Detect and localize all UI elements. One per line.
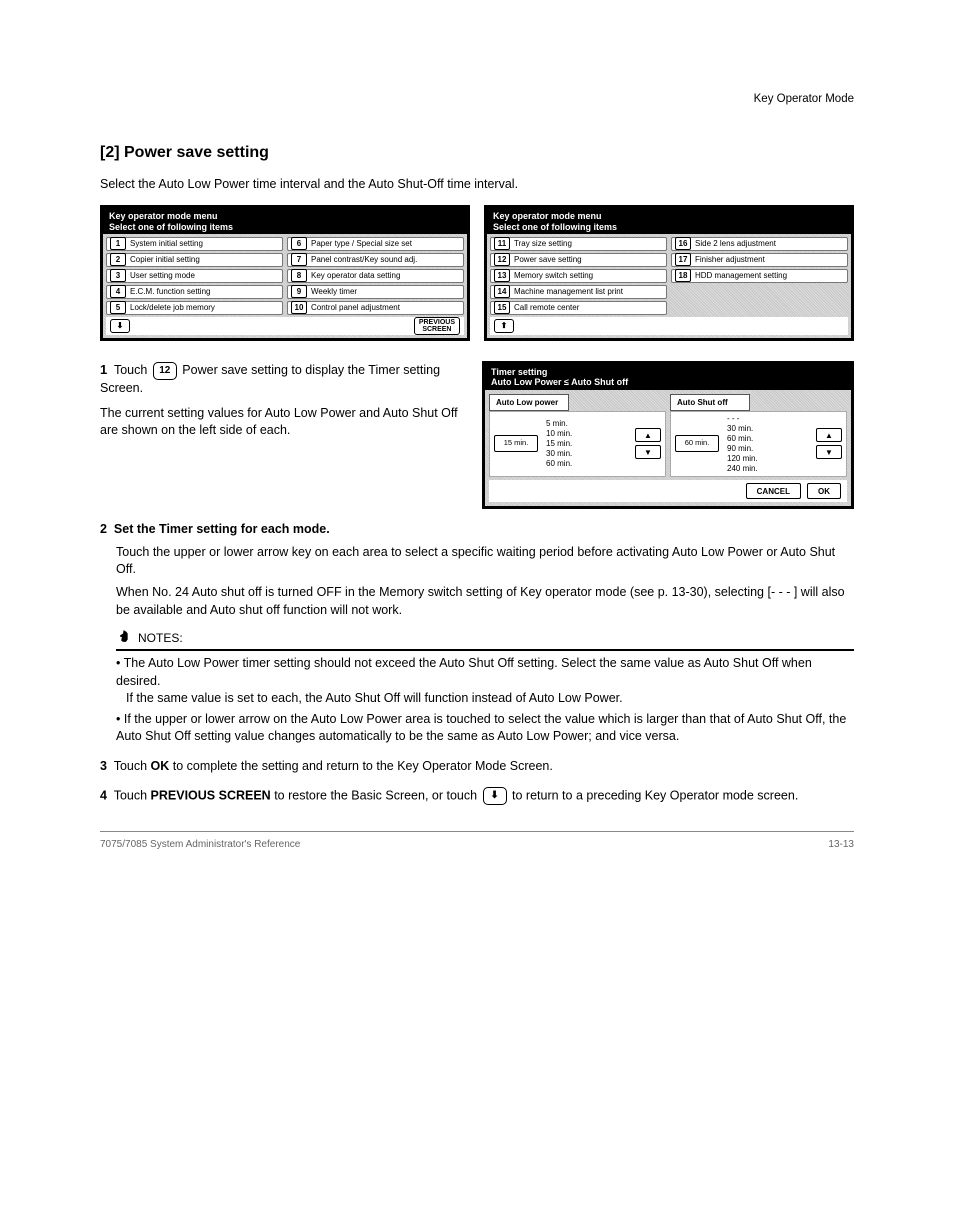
shut-down-arrow[interactable]: ▼ <box>816 445 842 459</box>
shut-off-options: - - -30 min.60 min.90 min.120 min.240 mi… <box>727 414 767 474</box>
notes-heading: NOTES: <box>116 629 854 652</box>
shut-up-arrow[interactable]: ▲ <box>816 428 842 442</box>
intro-text: Select the Auto Low Power time interval … <box>100 176 854 193</box>
up-arrow-button[interactable]: ⬆ <box>494 319 514 333</box>
section-title: [2] Power save setting <box>100 142 854 164</box>
menu1-title1: Key operator mode menu <box>109 211 461 221</box>
shut-off-current: 60 min. <box>675 435 719 451</box>
step2-body2: When No. 24 Auto shut off is turned OFF … <box>116 584 854 619</box>
step2-number: 2 <box>100 522 107 536</box>
menu-item-13[interactable]: 13Memory switch setting <box>490 269 667 283</box>
menu-screen-1: Key operator mode menu Select one of fol… <box>100 205 470 341</box>
auto-low-power-tab[interactable]: Auto Low power <box>489 394 569 411</box>
cancel-button[interactable]: CANCEL <box>746 483 801 499</box>
low-down-arrow[interactable]: ▼ <box>635 445 661 459</box>
menu-item-17[interactable]: 17Finisher adjustment <box>671 253 848 267</box>
menu-item-7[interactable]: 7Panel contrast/Key sound adj. <box>287 253 464 267</box>
down-arrow-icon: ⬇ <box>483 787 507 805</box>
menu-item-12-icon: 12 <box>153 362 177 380</box>
menu-item-14[interactable]: 14Machine management list print <box>490 285 667 299</box>
menu-item-6[interactable]: 6Paper type / Special size set <box>287 237 464 251</box>
menu-item-2[interactable]: 2Copier initial setting <box>106 253 283 267</box>
low-power-options: 5 min.10 min.15 min.30 min.60 min. <box>546 419 586 469</box>
low-power-current: 15 min. <box>494 435 538 451</box>
step1-number: 1 <box>100 362 107 377</box>
low-up-arrow[interactable]: ▲ <box>635 428 661 442</box>
down-arrow-button[interactable]: ⬇ <box>110 319 130 333</box>
header-right: Key Operator Mode <box>100 92 854 108</box>
step4-number: 4 <box>100 788 107 802</box>
step2-bold: Set the Timer setting for each mode. <box>114 522 330 536</box>
footer-left: 7075/7085 System Administrator's Referen… <box>100 838 300 852</box>
step2-body1: Touch the upper or lower arrow key on ea… <box>116 544 854 579</box>
menu-item-4[interactable]: 4E.C.M. function setting <box>106 285 283 299</box>
menu-item-11[interactable]: 11Tray size setting <box>490 237 667 251</box>
menu2-title2: Select one of following items <box>493 222 845 232</box>
menu1-title2: Select one of following items <box>109 222 461 232</box>
menu-item-16[interactable]: 16Side 2 lens adjustment <box>671 237 848 251</box>
auto-shut-off-tab[interactable]: Auto Shut off <box>670 394 750 411</box>
step3-number: 3 <box>100 759 107 773</box>
menu-item-18[interactable]: 18HDD management setting <box>671 269 848 283</box>
menu-item-10[interactable]: 10Control panel adjustment <box>287 301 464 315</box>
previous-screen-button[interactable]: PREVIOUS SCREEN <box>414 317 460 335</box>
menu2-title1: Key operator mode menu <box>493 211 845 221</box>
menu-screen-2: Key operator mode menu Select one of fol… <box>484 205 854 341</box>
step1-sub: The current setting values for Auto Low … <box>100 405 468 440</box>
ok-button[interactable]: OK <box>807 483 841 499</box>
menu-item-12[interactable]: 12Power save setting <box>490 253 667 267</box>
menu-item-8[interactable]: 8Key operator data setting <box>287 269 464 283</box>
menu-item-1[interactable]: 1System initial setting <box>106 237 283 251</box>
hand-icon <box>116 629 130 648</box>
footer-right: 13-13 <box>828 838 854 852</box>
menu-item-3[interactable]: 3User setting mode <box>106 269 283 283</box>
timer-setting-screen: Timer setting Auto Low Power ≤ Auto Shut… <box>482 361 854 509</box>
menu-item-9[interactable]: 9Weekly timer <box>287 285 464 299</box>
menu-item-15[interactable]: 15Call remote center <box>490 301 667 315</box>
menu-item-5[interactable]: 5Lock/delete job memory <box>106 301 283 315</box>
